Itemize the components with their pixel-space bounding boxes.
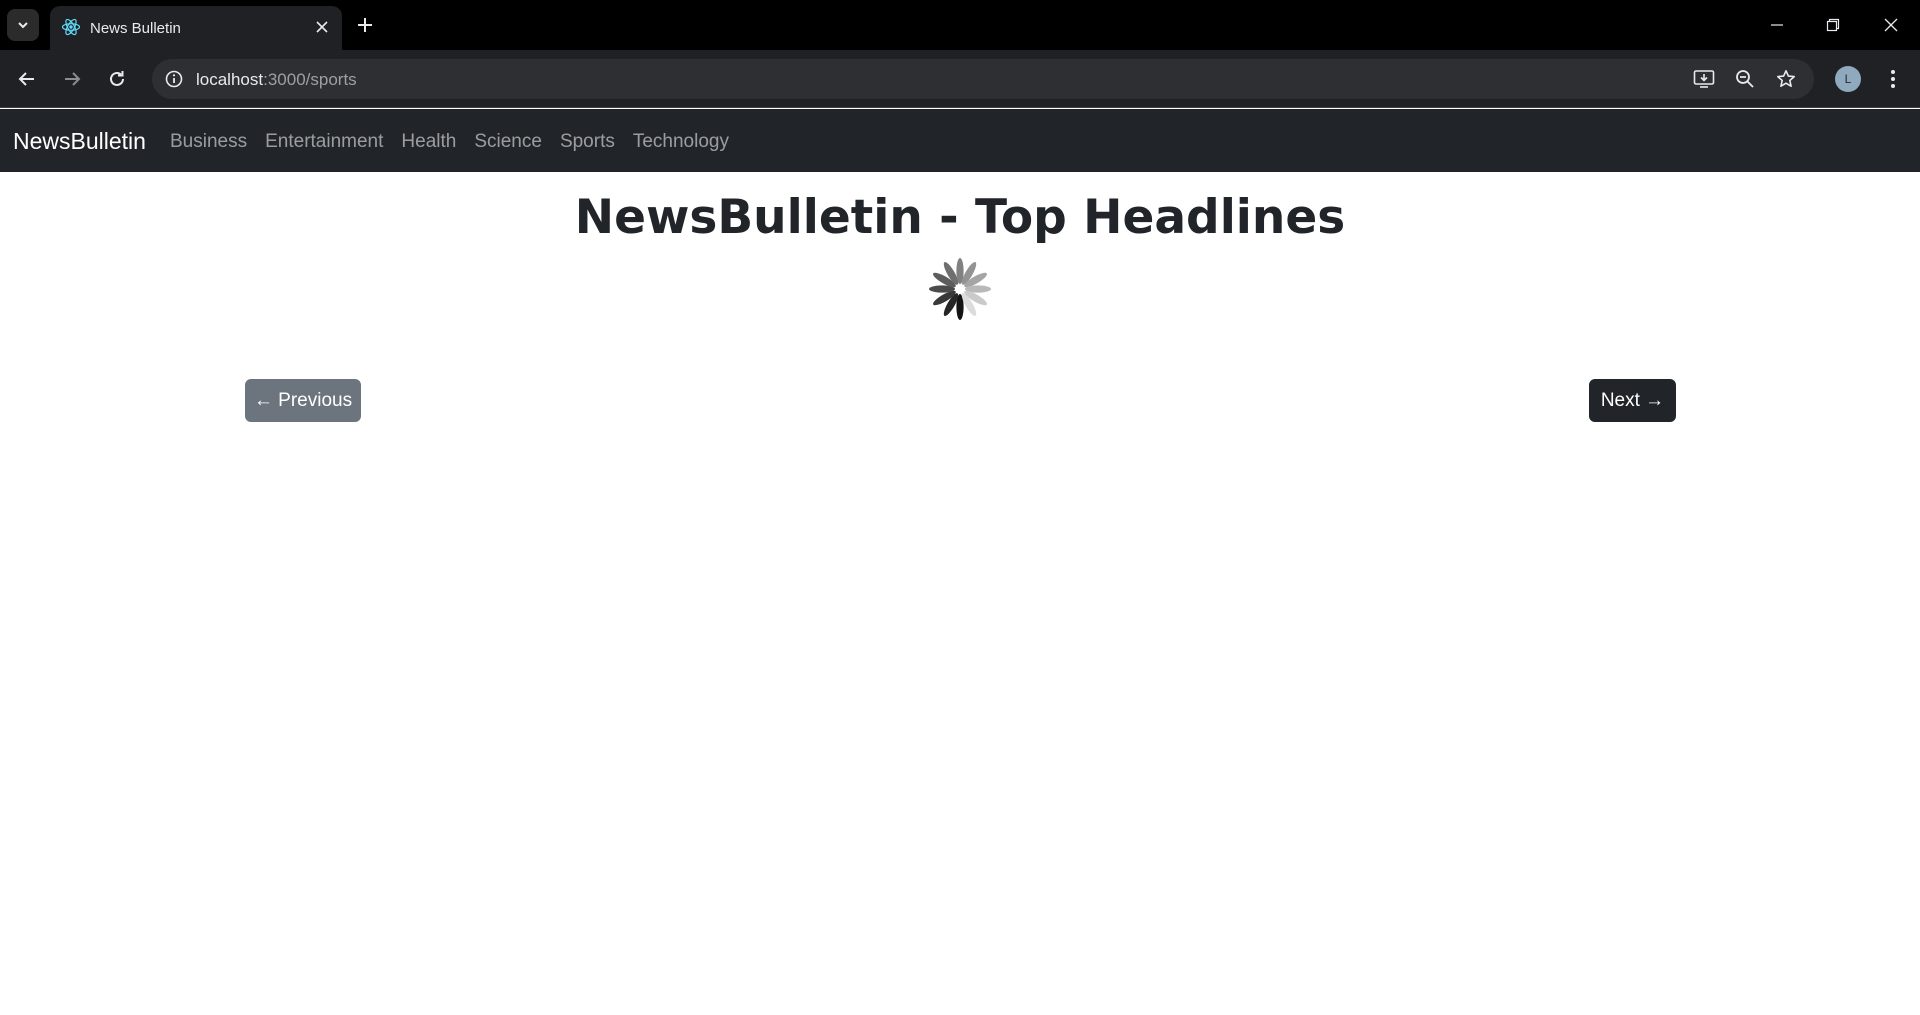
loading-spinner-icon bbox=[929, 258, 991, 320]
address-bar[interactable]: localhost:3000/sports bbox=[152, 59, 1814, 99]
browser-menu-button[interactable] bbox=[1878, 63, 1908, 95]
site-info-button[interactable] bbox=[161, 66, 187, 92]
arrow-right-icon bbox=[65, 72, 81, 86]
nav-link-entertainment[interactable]: Entertainment bbox=[256, 131, 392, 153]
tab-close-button[interactable] bbox=[312, 17, 332, 37]
zoom-out-icon bbox=[1736, 70, 1754, 88]
close-window-button[interactable] bbox=[1871, 8, 1911, 42]
nav-links: Business Entertainment Health Science Sp… bbox=[161, 131, 738, 153]
back-button[interactable] bbox=[11, 63, 43, 95]
minimize-icon bbox=[1771, 24, 1783, 26]
restore-button[interactable] bbox=[1813, 8, 1853, 42]
tab-title: News Bulletin bbox=[90, 20, 181, 37]
restore-icon bbox=[1826, 18, 1840, 32]
install-icon bbox=[1693, 70, 1715, 88]
new-tab-button[interactable] bbox=[352, 12, 378, 38]
nav-link-health[interactable]: Health bbox=[392, 131, 465, 153]
url-host: localhost bbox=[196, 70, 264, 89]
close-icon bbox=[316, 21, 328, 33]
close-icon bbox=[1884, 18, 1898, 32]
chevron-down-icon bbox=[18, 22, 28, 29]
nav-link-science[interactable]: Science bbox=[465, 131, 551, 153]
tab-search-button[interactable] bbox=[7, 9, 39, 41]
bookmark-button[interactable] bbox=[1772, 66, 1800, 92]
app-navbar: NewsBulletin Business Entertainment Heal… bbox=[0, 109, 1920, 172]
nav-link-business[interactable]: Business bbox=[161, 131, 256, 153]
plus-icon bbox=[358, 18, 372, 32]
browser-tab[interactable]: News Bulletin bbox=[50, 6, 342, 50]
url-text: localhost:3000/sports bbox=[196, 70, 357, 90]
more-vertical-icon bbox=[1891, 70, 1895, 88]
reload-icon bbox=[110, 71, 124, 86]
nav-link-technology[interactable]: Technology bbox=[624, 131, 738, 153]
info-icon bbox=[165, 70, 183, 88]
nav-link-sports[interactable]: Sports bbox=[551, 131, 624, 153]
arrow-left-icon bbox=[18, 72, 34, 86]
browser-tab-strip: News Bulletin bbox=[0, 0, 1920, 50]
profile-avatar[interactable]: L bbox=[1835, 66, 1861, 92]
next-button[interactable]: Next → bbox=[1589, 379, 1676, 422]
minimize-button[interactable] bbox=[1757, 8, 1797, 42]
install-app-button[interactable] bbox=[1690, 66, 1718, 92]
previous-button[interactable]: ← Previous bbox=[245, 379, 361, 422]
forward-button[interactable] bbox=[56, 63, 88, 95]
reload-button[interactable] bbox=[101, 63, 133, 95]
react-logo-icon bbox=[61, 18, 81, 36]
page-title: NewsBulletin - Top Headlines bbox=[574, 190, 1346, 245]
browser-toolbar: localhost:3000/sports L bbox=[0, 50, 1920, 108]
url-path: :3000/sports bbox=[263, 70, 357, 89]
navbar-brand[interactable]: NewsBulletin bbox=[13, 128, 146, 155]
zoom-button[interactable] bbox=[1731, 66, 1759, 92]
star-icon bbox=[1777, 70, 1795, 87]
